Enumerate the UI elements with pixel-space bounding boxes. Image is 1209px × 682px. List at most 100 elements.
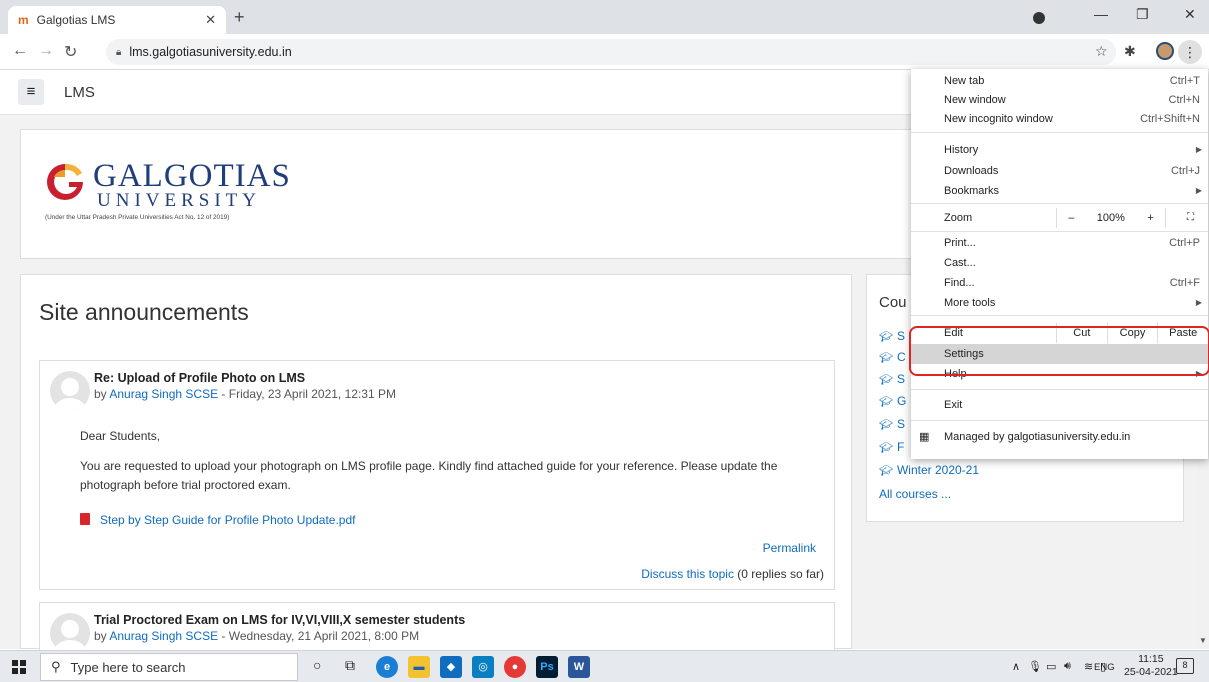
byline-prefix: by xyxy=(94,629,110,643)
chrome-icon[interactable]: ● xyxy=(504,656,526,678)
all-courses-link[interactable]: All courses ... xyxy=(879,487,951,501)
course-link[interactable]: 🎓︎ S xyxy=(879,417,905,431)
forward-button[interactable]: → xyxy=(38,42,54,60)
microphone-icon[interactable]: 🎙︎ xyxy=(1028,660,1042,673)
clock-time: 11:15 xyxy=(1138,653,1164,665)
attachment-link[interactable]: Step by Step Guide for Profile Photo Upd… xyxy=(100,513,356,527)
zoom-out-button[interactable]: – xyxy=(1068,208,1074,228)
building-icon: ▦ xyxy=(919,431,930,443)
menu-item-find[interactable]: Find... Ctrl+F xyxy=(911,273,1208,293)
reload-button[interactable]: ↻ xyxy=(64,42,77,62)
dell-icon[interactable]: ◎ xyxy=(472,656,494,678)
settings-highlight-annotation xyxy=(909,326,1209,376)
menu-item-cast[interactable]: Cast... xyxy=(911,253,1208,273)
battery-icon[interactable]: ▭ xyxy=(1046,660,1056,673)
taskbar-clock[interactable]: 11:15 25-04-2021 xyxy=(1124,653,1178,679)
task-view-icon[interactable]: ⧉ xyxy=(345,657,355,674)
menu-item-new-window[interactable]: New window Ctrl+N xyxy=(911,90,1208,110)
discuss-row: Discuss this topic (0 replies so far) xyxy=(641,567,824,581)
menu-item-new-tab[interactable]: New tab Ctrl+T xyxy=(911,71,1208,91)
menu-item-exit[interactable]: Exit xyxy=(911,395,1208,415)
menu-item-managed[interactable]: ▦ Managed by galgotiasuniversity.edu.in xyxy=(911,427,1208,447)
logo-tagline: (Under the Uttar Pradesh Private Univers… xyxy=(45,214,230,221)
menu-item-print[interactable]: Print... Ctrl+P xyxy=(911,233,1208,253)
store-icon[interactable]: ◆ xyxy=(440,656,462,678)
menu-separator xyxy=(911,231,1208,232)
file-explorer-icon[interactable]: ▬ xyxy=(408,656,430,678)
close-window-button[interactable]: ✕ xyxy=(1184,6,1196,23)
zoom-level: 100% xyxy=(1096,212,1125,224)
menu-item-new-incognito[interactable]: New incognito window Ctrl+Shift+N xyxy=(911,109,1208,129)
new-tab-button[interactable]: + xyxy=(234,7,245,28)
graduation-cap-icon: 🎓︎ xyxy=(879,419,893,431)
chrome-menu-button[interactable]: ⋮ xyxy=(1178,40,1202,64)
post-body: You are requested to upload your photogr… xyxy=(80,459,778,492)
lock-icon[interactable]: 🔒︎ xyxy=(116,47,121,58)
menu-shortcut: Ctrl+T xyxy=(1169,75,1200,87)
author-avatar[interactable] xyxy=(50,613,90,653)
course-link[interactable]: 🎓︎ C xyxy=(879,350,906,364)
zoom-controls: – 100% + xyxy=(1056,208,1166,228)
author-link[interactable]: Anurag Singh SCSE xyxy=(109,629,218,643)
forum-post: Re: Upload of Profile Photo on LMS by An… xyxy=(39,360,835,590)
course-link[interactable]: 🎓︎ Winter 2020-21 xyxy=(879,463,979,477)
course-link[interactable]: 🎓︎ F xyxy=(879,440,904,454)
menu-item-bookmarks[interactable]: Bookmarks ▶ xyxy=(911,181,1208,201)
course-link[interactable]: 🎓︎ S xyxy=(879,329,905,343)
photoshop-icon[interactable]: Ps xyxy=(536,656,558,678)
zoom-in-button[interactable]: + xyxy=(1147,208,1153,228)
cortana-icon[interactable]: ○ xyxy=(313,657,321,673)
author-link[interactable]: Anurag Singh SCSE xyxy=(109,387,218,401)
menu-label: Zoom xyxy=(944,212,973,224)
volume-icon[interactable]: 🔊︎ xyxy=(1064,660,1071,673)
windows-start-icon[interactable] xyxy=(12,660,26,674)
address-bar[interactable]: 🔒︎ lms.galgotiasuniversity.edu.in xyxy=(106,39,1116,65)
tray-overflow-icon[interactable]: ∧ xyxy=(1012,660,1020,673)
course-name: C xyxy=(896,350,906,364)
graduation-cap-icon: 🎓︎ xyxy=(879,374,893,386)
menu-separator xyxy=(911,132,1208,133)
menu-label: More tools xyxy=(944,297,996,309)
wifi-icon[interactable]: ≋ xyxy=(1084,660,1093,673)
menu-label: Downloads xyxy=(944,165,999,177)
tab-title: Galgotias LMS xyxy=(36,13,116,27)
extensions-icon[interactable]: ✱ xyxy=(1124,43,1136,60)
language-indicator[interactable]: ENG xyxy=(1094,662,1115,673)
taskbar-search-box[interactable]: ⚲ Type here to search xyxy=(40,653,298,681)
fullscreen-icon[interactable]: ⛶ xyxy=(1187,208,1194,228)
course-link[interactable]: 🎓︎ G xyxy=(879,394,906,408)
menu-shortcut: Ctrl+Shift+N xyxy=(1140,113,1200,125)
edge-icon[interactable]: e xyxy=(376,656,398,678)
profile-indicator-icon[interactable] xyxy=(1033,12,1045,24)
scroll-down-arrow-icon[interactable]: ▼ xyxy=(1199,636,1207,645)
site-announcements-card: Site announcements Re: Upload of Profile… xyxy=(20,274,852,662)
bookmark-star-icon[interactable]: ☆ xyxy=(1095,43,1108,60)
browser-tab[interactable]: m Galgotias LMS ✕ xyxy=(8,6,226,34)
url-text: lms.galgotiasuniversity.edu.in xyxy=(129,45,292,59)
menu-item-more-tools[interactable]: More tools ▶ xyxy=(911,293,1208,313)
replies-count: (0 replies so far) xyxy=(737,567,824,581)
post-date: - Friday, 23 April 2021, 12:31 PM xyxy=(218,387,396,401)
galgotias-favicon-icon: m xyxy=(18,13,29,27)
permalink-link[interactable]: Permalink xyxy=(763,541,816,555)
browser-toolbar: ← → ↻ 🔒︎ lms.galgotiasuniversity.edu.in … xyxy=(0,34,1209,70)
browser-tabstrip: m Galgotias LMS ✕ + — ❐ ✕ xyxy=(0,0,1209,34)
courses-block-title: Cou xyxy=(879,294,907,311)
close-tab-icon[interactable]: ✕ xyxy=(205,12,216,28)
notifications-icon[interactable]: 8 xyxy=(1176,658,1194,674)
word-icon[interactable]: W xyxy=(568,656,590,678)
minimize-button[interactable]: — xyxy=(1094,6,1108,22)
menu-label: Find... xyxy=(944,277,975,289)
hamburger-menu-icon[interactable]: ≡ xyxy=(18,79,44,105)
post-subject: Re: Upload of Profile Photo on LMS xyxy=(94,371,306,385)
author-avatar[interactable] xyxy=(50,371,90,411)
course-link[interactable]: 🎓︎ S xyxy=(879,372,905,386)
menu-item-history[interactable]: History ▶ xyxy=(911,140,1208,160)
site-brand[interactable]: LMS xyxy=(64,84,95,101)
profile-avatar[interactable] xyxy=(1156,42,1174,60)
maximize-button[interactable]: ❐ xyxy=(1136,6,1149,23)
back-button[interactable]: ← xyxy=(12,42,28,60)
menu-item-downloads[interactable]: Downloads Ctrl+J xyxy=(911,161,1208,181)
byline-prefix: by xyxy=(94,387,110,401)
discuss-topic-link[interactable]: Discuss this topic xyxy=(641,567,734,581)
